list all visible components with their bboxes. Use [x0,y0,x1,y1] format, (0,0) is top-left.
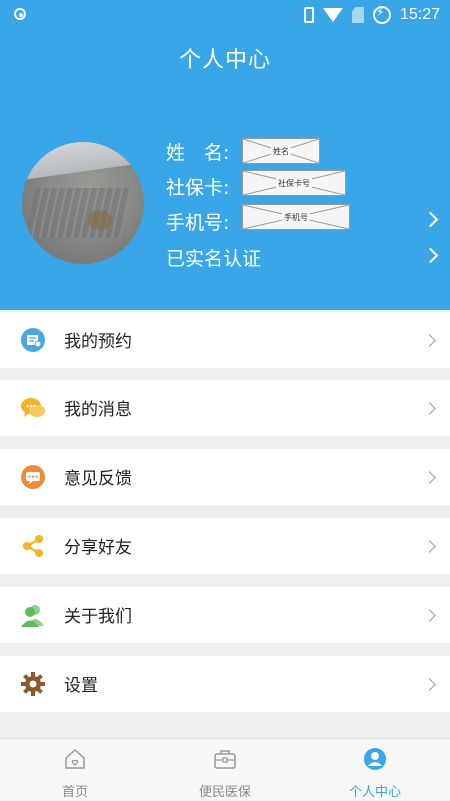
avatar[interactable] [22,142,144,264]
name-label: 姓 名: [166,142,230,164]
home-icon [65,748,85,769]
person-icon [364,748,386,770]
card-label: 社保卡: [166,177,230,199]
wifi-icon [322,8,343,22]
feedback-icon [21,465,45,489]
nav-home[interactable]: 首页 [0,739,150,801]
nav-label: 便民医保 [198,785,251,800]
phone-icon [303,7,314,23]
menu-item-messages[interactable]: 我的消息 [0,380,450,436]
calendar-icon [21,328,45,352]
share-icon [23,535,43,557]
chevron-right-icon [423,540,436,553]
menu-item-label: 关于我们 [64,607,132,627]
menu-item-label: 我的预约 [64,332,132,352]
status-icons: 15:27 [303,5,440,25]
status-time: 15:27 [399,6,440,23]
people-icon [21,605,44,627]
nav-medical-insurance[interactable]: 便民医保 [150,739,300,801]
record-icon [14,8,26,20]
verified-label[interactable]: 已实名认证 [166,244,261,271]
nav-personal-center[interactable]: 个人中心 [300,739,450,801]
card-placeholder-image: 社保卡号 [242,170,346,196]
menu-item-label: 我的消息 [64,400,132,420]
chevron-right-icon [423,678,436,691]
page-title: 个人中心 [178,48,271,73]
menu-item-settings[interactable]: 设置 [0,656,450,712]
status-bar: 15:27 [0,0,450,30]
phone-label: 手机号: [166,212,230,234]
menu-item-label: 分享好友 [64,538,132,558]
chevron-right-icon [423,609,436,622]
phone-placeholder-image: 手机号 [242,204,350,230]
verified-chevron-icon[interactable] [422,247,439,264]
menu-item-label: 意见反馈 [64,469,132,489]
profile-header: 15:27 个人中心 姓 名: 姓名 社保卡: 社保卡号 手机号: 手机号 已实… [0,0,450,310]
nav-label: 个人中心 [348,785,401,800]
chevron-right-icon [423,471,436,484]
menu-item-share[interactable]: 分享好友 [0,518,450,574]
menu-item-appointments[interactable]: 我的预约 [0,312,450,368]
name-placeholder-text: 姓名 [271,145,291,157]
nav-label: 首页 [61,785,88,800]
phone-placeholder-text: 手机号 [282,211,310,223]
menu-item-feedback[interactable]: 意见反馈 [0,449,450,505]
bottom-navigation: 首页 便民医保 个人中心 [0,738,450,800]
menu-item-about[interactable]: 关于我们 [0,587,450,643]
battery-charging-icon [372,5,391,24]
sim-icon [351,7,364,23]
menu-item-label: 设置 [64,676,98,696]
briefcase-icon [214,750,236,769]
profile-chevron-icon[interactable] [422,211,439,228]
name-placeholder-image: 姓名 [242,138,320,164]
chat-bubbles-icon [21,398,45,417]
chevron-right-icon [423,402,436,415]
card-placeholder-text: 社保卡号 [276,177,312,189]
gear-icon [21,672,45,696]
chevron-right-icon [423,334,436,347]
